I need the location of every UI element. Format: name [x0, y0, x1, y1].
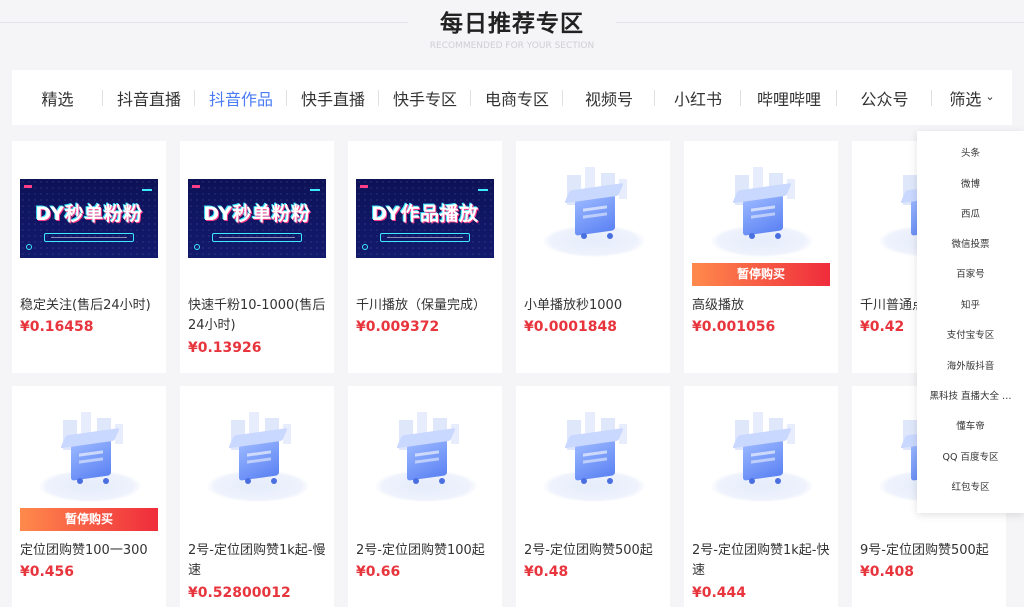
filter-option-dongchedi[interactable]: 懂车帝	[917, 419, 1024, 435]
product-name: 2号-定位团购赞100起	[356, 543, 485, 558]
product-name: 快速千粉10-1000(售后24小时)	[188, 298, 326, 333]
product-card[interactable]: 暂停购买 定位团购赞100一300 ¥0.456	[12, 386, 166, 607]
product-price: ¥0.52800012	[188, 585, 291, 601]
filter-option-weibo[interactable]: 微博	[917, 177, 1024, 193]
shopping-cart-illustration-icon	[371, 412, 481, 508]
product-card[interactable]: DY秒单粉粉 稳定关注(售后24小时) ¥0.16458	[12, 141, 166, 373]
filter-option-alipay[interactable]: 支付宝专区	[917, 328, 1024, 344]
shopping-cart-illustration-icon	[35, 412, 145, 508]
product-name: 9号-定位团购赞500起	[860, 543, 989, 558]
tab-kuaishou-zone[interactable]: 快手专区	[379, 70, 471, 125]
tab-official-account[interactable]: 公众号	[837, 70, 932, 125]
filter-option-baijiahao[interactable]: 百家号	[917, 267, 1024, 283]
tab-xiaohongshu[interactable]: 小红书	[655, 70, 741, 125]
filter-option-wechat-vote[interactable]: 微信投票	[917, 237, 1024, 253]
product-card[interactable]: 暂停购买 高级播放 ¥0.001056	[684, 141, 838, 373]
product-name: 2号-定位团购赞1k起-慢速	[188, 543, 326, 578]
product-name: 稳定关注(售后24小时)	[20, 298, 151, 313]
tab-channels[interactable]: 视频号	[563, 70, 655, 125]
product-price: ¥0.001056	[692, 319, 776, 335]
product-price: ¥0.444	[692, 585, 747, 601]
shopping-cart-illustration-icon	[707, 167, 817, 263]
section-header: 每日推荐专区 RECOMMENDED FOR YOUR SECTION	[0, 0, 1024, 62]
filter-dropdown-menu: 头条 微博 西瓜 微信投票 百家号 知乎 支付宝专区 海外版抖音 黑科技 直播大…	[917, 131, 1024, 513]
shopping-cart-illustration-icon	[203, 412, 313, 508]
product-price: ¥0.009372	[356, 319, 440, 335]
tab-bilibili[interactable]: 哔哩哔哩	[741, 70, 837, 125]
product-card[interactable]: 2号-定位团购赞1k起-快速 ¥0.444	[684, 386, 838, 607]
product-card[interactable]: 2号-定位团购赞500起 ¥0.48	[516, 386, 670, 607]
product-price: ¥0.0001848	[524, 319, 617, 335]
product-name: 千川播放（保量完成）	[356, 298, 487, 313]
product-card[interactable]: 小单播放秒1000 ¥0.0001848	[516, 141, 670, 373]
filter-option-toutiao[interactable]: 头条	[917, 146, 1024, 162]
product-card[interactable]: DY作品播放 千川播放（保量完成） ¥0.009372	[348, 141, 502, 373]
tab-ecommerce[interactable]: 电商专区	[471, 70, 563, 125]
product-price: ¥0.456	[20, 564, 75, 580]
product-name: 定位团购赞100一300	[20, 543, 148, 558]
product-card[interactable]: 2号-定位团购赞100起 ¥0.66	[348, 386, 502, 607]
tab-douyin-works[interactable]: 抖音作品	[195, 70, 287, 125]
tab-kuaishou-live[interactable]: 快手直播	[287, 70, 379, 125]
tab-filter[interactable]: 筛选 ⌄	[932, 70, 1012, 125]
category-tab-bar: 精选 抖音直播 抖音作品 快手直播 快手专区 电商专区 视频号 小红书 哔哩哔哩…	[12, 70, 1012, 125]
section-title: 每日推荐专区	[440, 11, 584, 37]
product-name: 2号-定位团购赞500起	[524, 543, 653, 558]
product-thumbnail: DY秒单粉粉	[188, 179, 326, 258]
paused-badge: 暂停购买	[692, 263, 830, 286]
tab-douyin-live[interactable]: 抖音直播	[103, 70, 195, 125]
filter-option-zhihu[interactable]: 知乎	[917, 298, 1024, 314]
thumbnail-title: DY秒单粉粉	[203, 203, 311, 225]
paused-badge: 暂停购买	[20, 508, 158, 531]
filter-option-tiktok[interactable]: 海外版抖音	[917, 359, 1024, 375]
product-price: ¥0.48	[524, 564, 569, 580]
product-thumbnail: DY作品播放	[356, 179, 494, 258]
shopping-cart-illustration-icon	[707, 412, 817, 508]
chevron-down-icon: ⌄	[985, 90, 995, 103]
product-name: 小单播放秒1000	[524, 298, 623, 313]
thumbnail-title: DY作品播放	[371, 203, 479, 225]
thumbnail-title: DY秒单粉粉	[35, 203, 143, 225]
product-card[interactable]: DY秒单粉粉 快速千粉10-1000(售后24小时) ¥0.13926	[180, 141, 334, 373]
filter-option-qq-baidu[interactable]: QQ 百度专区	[917, 450, 1024, 466]
product-price: ¥0.408	[860, 564, 915, 580]
filter-option-xigua[interactable]: 西瓜	[917, 207, 1024, 223]
tab-jingxuan[interactable]: 精选	[12, 70, 103, 125]
section-subtitle: RECOMMENDED FOR YOUR SECTION	[429, 41, 595, 51]
filter-option-red-packet[interactable]: 红包专区	[917, 480, 1024, 496]
shopping-cart-illustration-icon	[539, 412, 649, 508]
product-price: ¥0.42	[860, 319, 905, 335]
product-card[interactable]: 2号-定位团购赞1k起-慢速 ¥0.52800012	[180, 386, 334, 607]
product-name: 2号-定位团购赞1k起-快速	[692, 543, 830, 578]
filter-option-black-tech[interactable]: 黑科技 直播大全 …	[917, 389, 1024, 405]
product-thumbnail: DY秒单粉粉	[20, 179, 158, 258]
shopping-cart-illustration-icon	[539, 167, 649, 263]
product-price: ¥0.13926	[188, 340, 262, 356]
product-name: 高级播放	[692, 298, 745, 313]
product-price: ¥0.66	[356, 564, 401, 580]
product-price: ¥0.16458	[20, 319, 94, 335]
